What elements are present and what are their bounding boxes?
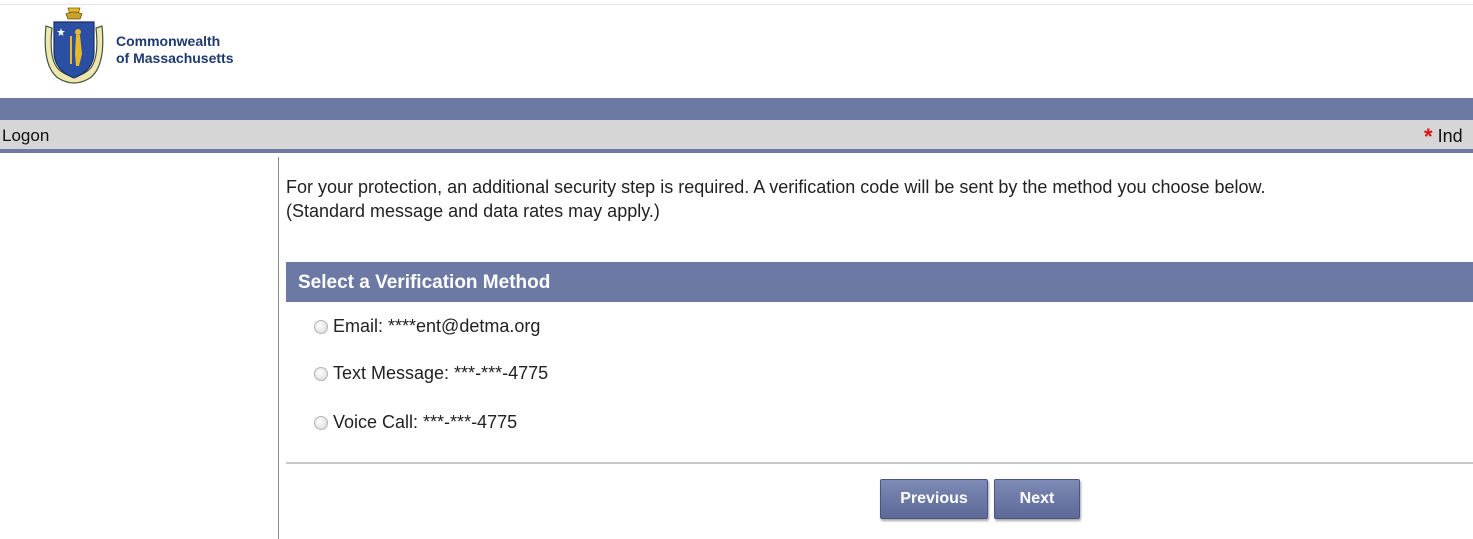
state-name-line1: Commonwealth [116,33,221,49]
intro-text: For your protection, an additional secur… [286,175,1266,223]
state-seal-icon [44,7,104,84]
section-divider [286,462,1473,464]
option-voice-call-label: Voice Call: ***-***-4775 [333,412,518,432]
option-email-label: Email: ****ent@detma.org [333,316,541,336]
page-title-bar: Logon * Ind [0,120,1473,153]
next-button[interactable]: Next [994,479,1080,519]
page-title: Logon [2,126,50,145]
option-text-message[interactable]: Text Message: ***-***-4775 [314,363,548,384]
radio-voice-call[interactable] [314,415,328,430]
intro-line-1: For your protection, an additional secur… [286,177,1266,197]
option-voice-call[interactable]: Voice Call: ***-***-4775 [314,412,517,433]
required-star: * [1424,124,1433,149]
required-indicator: * Ind [1424,124,1463,150]
state-logo[interactable]: Commonwealth of Massachusetts [40,6,233,90]
header-blue-bar [0,98,1473,120]
left-column-divider [278,157,279,539]
site-header: Commonwealth of Massachusetts [0,0,1473,98]
top-divider [0,4,1473,5]
state-name-line2: of Massachusetts [116,50,234,66]
previous-button[interactable]: Previous [880,479,988,519]
radio-email[interactable] [314,319,328,334]
required-indicator-text: Ind [1437,126,1463,146]
state-name: Commonwealth of Massachusetts [116,33,233,67]
radio-text-message[interactable] [314,366,328,381]
intro-line-2: (Standard message and data rates may app… [286,201,660,221]
verification-method-heading: Select a Verification Method [286,262,1473,302]
option-text-message-label: Text Message: ***-***-4775 [333,363,549,383]
option-email[interactable]: Email: ****ent@detma.org [314,316,540,337]
